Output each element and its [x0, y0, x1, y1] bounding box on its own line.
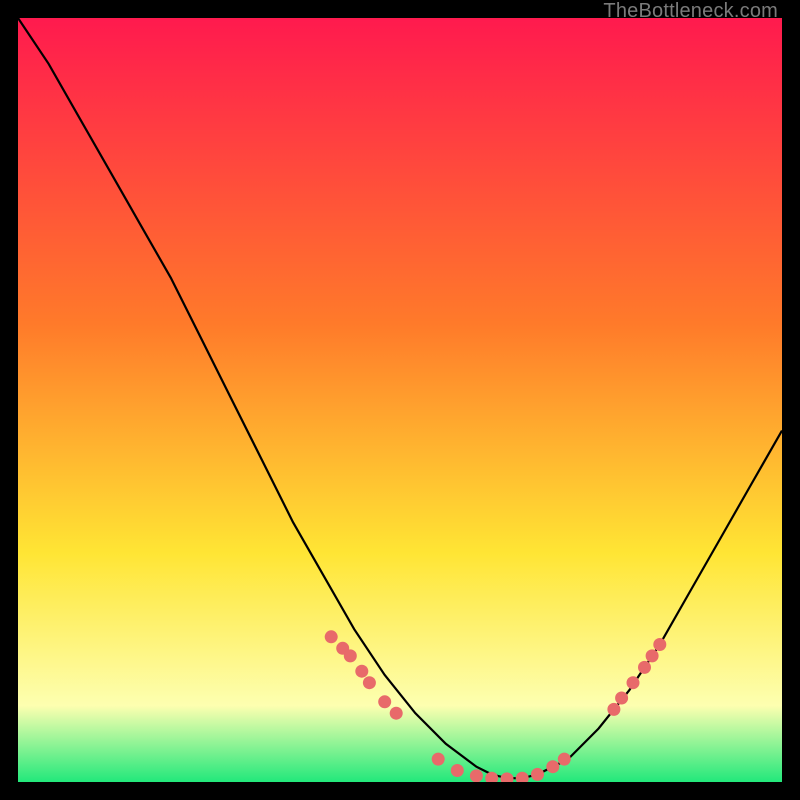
curve-marker [432, 753, 445, 766]
curve-marker [325, 630, 338, 643]
bottleneck-chart [18, 18, 782, 782]
curve-marker [451, 764, 464, 777]
curve-marker [546, 760, 559, 773]
curve-marker [638, 661, 651, 674]
curve-marker [378, 695, 391, 708]
curve-marker [363, 676, 376, 689]
curve-marker [558, 753, 571, 766]
curve-marker [470, 769, 483, 782]
curve-marker [355, 665, 368, 678]
curve-marker [653, 638, 666, 651]
curve-marker [531, 768, 544, 781]
chart-frame [18, 18, 782, 782]
curve-marker [627, 676, 640, 689]
curve-marker [615, 692, 628, 705]
curve-marker [646, 649, 659, 662]
curve-marker [344, 649, 357, 662]
gradient-background [18, 18, 782, 782]
curve-marker [607, 703, 620, 716]
curve-marker [390, 707, 403, 720]
watermark-text: TheBottleneck.com [603, 0, 778, 23]
